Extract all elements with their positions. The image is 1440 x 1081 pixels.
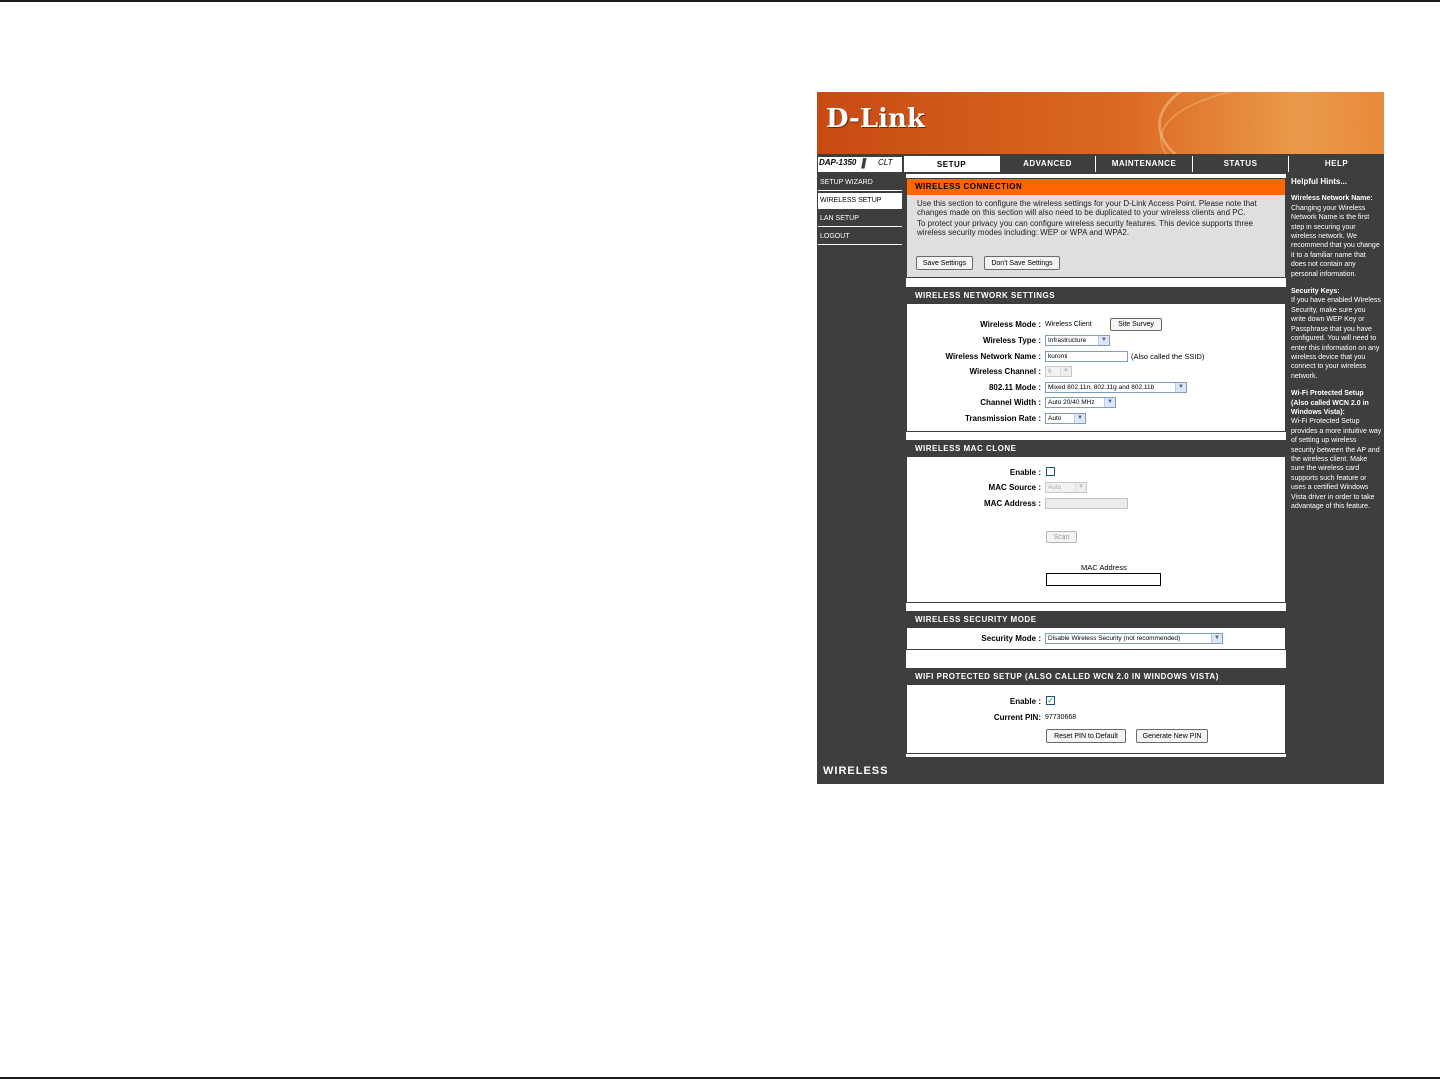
help-text-security-keys: If you have enabled Wireless Security, m… (1291, 297, 1381, 380)
transmission-rate-select[interactable]: Auto ▼ (1045, 413, 1086, 424)
wireless-mode-label: Wireless Mode : (980, 320, 1041, 329)
wps-enable-label: Enable : (1009, 697, 1041, 706)
intro-text-2: To protect your privacy you can configur… (917, 219, 1254, 237)
main-content: WIRELESS CONNECTION Use this section to … (906, 174, 1286, 757)
sidebar-item-logout[interactable]: LOGOUT (818, 229, 902, 245)
channel-width-select[interactable]: Auto 20/40 MHz ▼ (1045, 397, 1116, 408)
chevron-down-icon: ▼ (1074, 414, 1085, 423)
tab-advanced[interactable]: ADVANCED (999, 156, 1095, 172)
sidebar-item-setup-wizard[interactable]: SETUP WIZARD (818, 175, 902, 191)
transmission-rate-label: Transmission Rate : (964, 414, 1041, 423)
chevron-down-icon: ▼ (1104, 398, 1115, 407)
brand-banner: D-Link (817, 92, 1384, 154)
sidebar-item-wireless-setup[interactable]: WIRELESS SETUP (818, 193, 902, 209)
wireless-mac-clone-section: WIRELESS MAC CLONE Enable : MAC Source :… (906, 440, 1286, 603)
help-panel: Helpful Hints... Wireless Network Name: … (1288, 174, 1384, 757)
model-sub: CLT (878, 158, 893, 167)
channel-width-label: Channel Width : (980, 398, 1041, 407)
footer-bar: WIRELESS (817, 759, 1384, 784)
page-top-rule (0, 0, 1440, 2)
top-nav: DAP-1350 /// CLT SETUP ADVANCED MAINTENA… (817, 154, 1384, 174)
section-title: WIRELESS SECURITY MODE (907, 612, 1285, 628)
mac-list-header: MAC Address (1081, 563, 1127, 572)
intro-text-1: Use this section to configure the wirele… (917, 199, 1257, 217)
tab-setup[interactable]: SETUP (904, 156, 999, 172)
mac-address-input[interactable] (1045, 498, 1128, 509)
section-title: WIRELESS NETWORK SETTINGS (907, 288, 1285, 304)
page-bottom-rule (0, 1077, 1440, 1079)
wireless-channel-select[interactable]: 6 ▼ (1045, 366, 1072, 377)
tab-status[interactable]: STATUS (1192, 156, 1288, 172)
wireless-connection-section: WIRELESS CONNECTION Use this section to … (906, 178, 1286, 278)
help-title-network-name: Wireless Network Name: (1291, 195, 1373, 203)
mode-80211-select[interactable]: Mixed 802.11n, 802.11g and 802.11b ▼ (1045, 382, 1187, 393)
tab-maintenance[interactable]: MAINTENANCE (1095, 156, 1192, 172)
section-title: WIRELESS CONNECTION (907, 179, 1285, 195)
network-name-input[interactable]: kuromi (1045, 351, 1128, 362)
model-name: DAP-1350 (819, 158, 857, 167)
chevron-down-icon: ▼ (1175, 383, 1186, 392)
save-settings-button[interactable]: Save Settings (916, 256, 973, 270)
tab-help[interactable]: HELP (1288, 156, 1384, 172)
chevron-down-icon: ▼ (1060, 367, 1071, 376)
sidebar-item-lan-setup[interactable]: LAN SETUP (818, 211, 902, 227)
wireless-type-select[interactable]: Infrastructure ▼ (1045, 335, 1110, 346)
wps-enable-checkbox[interactable]: ✓ (1046, 696, 1055, 705)
mac-clone-enable-checkbox[interactable] (1046, 467, 1055, 476)
ssid-hint: (Also called the SSID) (1131, 352, 1205, 361)
dont-save-settings-button[interactable]: Don't Save Settings (984, 256, 1060, 270)
current-pin-label: Current PIN: (993, 713, 1041, 722)
network-name-label: Wireless Network Name : (945, 352, 1041, 361)
reset-pin-button[interactable]: Reset PIN to Default (1046, 729, 1126, 743)
model-badge: DAP-1350 /// CLT (818, 155, 902, 172)
current-pin-value: 97730668 (1045, 714, 1077, 721)
mac-source-label: MAC Source : (988, 483, 1041, 492)
help-text-network-name: Changing your Wireless Network Name is t… (1291, 204, 1380, 278)
mac-address-list[interactable] (1046, 573, 1161, 586)
help-text-wps: Wi-Fi Protected Setup provides a more in… (1291, 418, 1382, 510)
mac-source-select[interactable]: Auto ▼ (1045, 482, 1087, 493)
help-heading: Helpful Hints... (1291, 177, 1347, 186)
mac-address-label: MAC Address : (983, 499, 1041, 508)
wireless-security-section: WIRELESS SECURITY MODE Security Mode : D… (906, 611, 1286, 650)
section-title: WIRELESS MAC CLONE (907, 441, 1285, 457)
wireless-mode-value: Wireless Client (1045, 321, 1092, 328)
mode-80211-label: 802.11 Mode : (988, 383, 1041, 392)
slash-icon: /// (861, 155, 866, 171)
chevron-down-icon: ▼ (1098, 336, 1109, 345)
security-mode-select[interactable]: Disable Wireless Security (not recommend… (1045, 633, 1223, 644)
security-mode-label: Security Mode : (981, 634, 1041, 643)
footer-label: WIRELESS (823, 765, 889, 777)
mac-clone-enable-label: Enable : (1009, 468, 1041, 477)
dlink-logo: D-Link (826, 104, 925, 134)
scan-button[interactable]: Scan (1046, 531, 1077, 543)
router-admin-frame: D-Link DAP-1350 /// CLT SETUP ADVANCED M… (817, 92, 1384, 784)
chevron-down-icon: ▼ (1075, 483, 1086, 492)
wireless-type-label: Wireless Type : (982, 336, 1041, 345)
wps-section: WIFI PROTECTED SETUP (ALSO CALLED WCN 2.… (906, 668, 1286, 754)
sidebar: SETUP WIZARD WIRELESS SETUP LAN SETUP LO… (817, 174, 904, 757)
section-title: WIFI PROTECTED SETUP (ALSO CALLED WCN 2.… (907, 669, 1285, 685)
wireless-channel-label: Wireless Channel : (969, 367, 1041, 376)
chevron-down-icon: ▼ (1211, 634, 1222, 643)
wireless-network-settings-section: WIRELESS NETWORK SETTINGS Wireless Mode … (906, 287, 1286, 432)
help-title-security-keys: Security Keys: (1291, 288, 1340, 296)
help-title-wps: Wi-Fi Protected Setup (Also called WCN 2… (1291, 390, 1369, 416)
site-survey-button[interactable]: Site Survey (1110, 318, 1162, 331)
generate-pin-button[interactable]: Generate New PIN (1136, 729, 1208, 743)
